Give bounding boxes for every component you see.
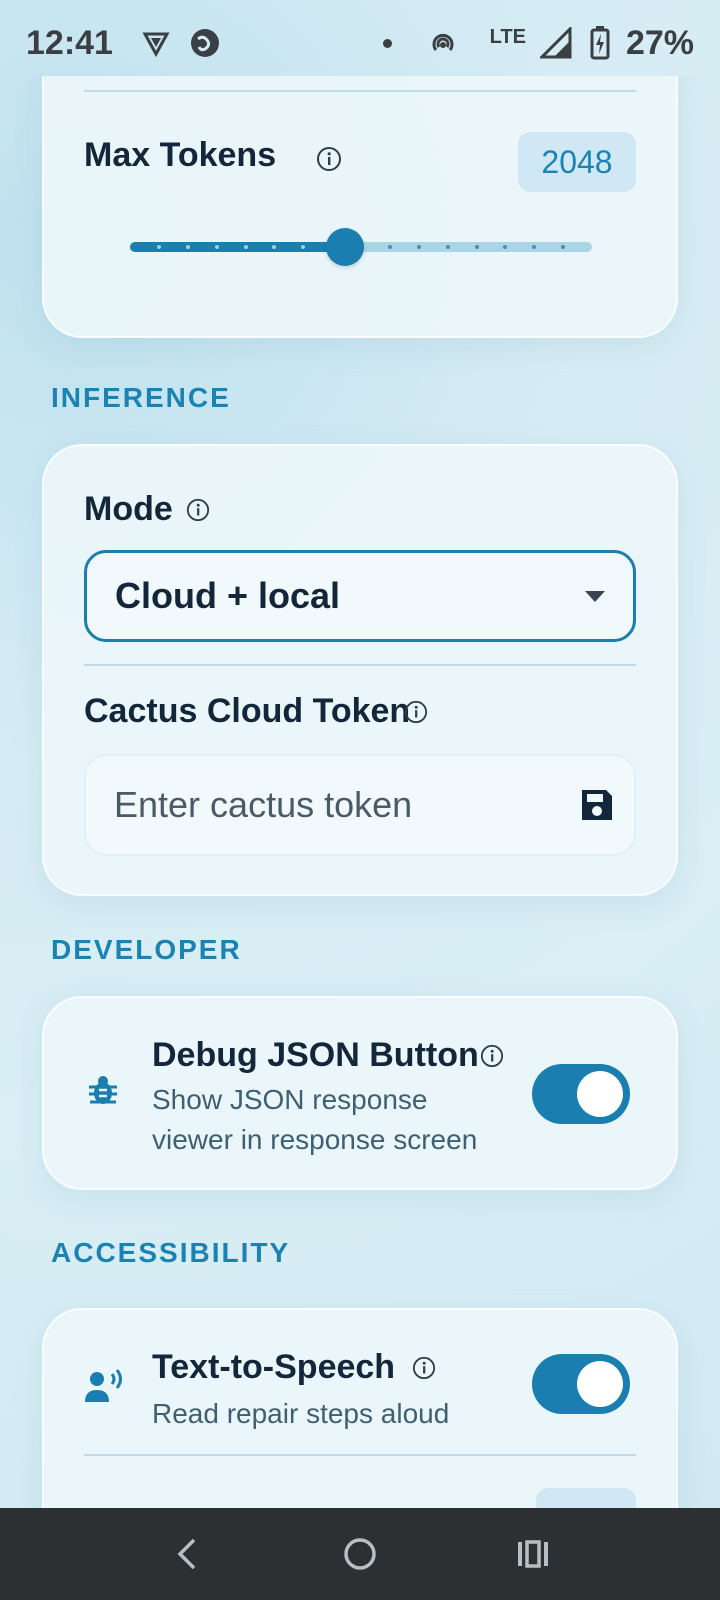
circle-home-icon[interactable] bbox=[330, 1524, 390, 1584]
divider bbox=[84, 664, 636, 666]
info-icon[interactable] bbox=[186, 498, 210, 527]
slider-tick bbox=[156, 245, 161, 249]
info-icon[interactable] bbox=[480, 1044, 504, 1073]
mode-dropdown[interactable]: Cloud + local bbox=[84, 550, 636, 642]
slider-tick bbox=[243, 245, 248, 249]
slider-fill bbox=[130, 242, 345, 252]
slider-tick bbox=[185, 245, 190, 249]
battery-percent: 27% bbox=[625, 23, 694, 62]
generation-settings-card: Max Tokens 2048 bbox=[42, 76, 678, 338]
accessibility-card: Text-to-Speech Read repair steps aloud bbox=[42, 1308, 678, 1508]
tts-toggle[interactable] bbox=[532, 1354, 630, 1414]
cactus-token-label: Cactus Cloud Token bbox=[84, 692, 411, 730]
status-time: 12:41 bbox=[26, 23, 113, 62]
info-icon[interactable] bbox=[316, 146, 342, 177]
inference-card: Mode Cloud + local Cactus Cloud Token bbox=[42, 444, 678, 896]
toggle-knob bbox=[577, 1071, 623, 1117]
mode-label: Mode bbox=[84, 490, 173, 528]
slider-tick bbox=[561, 245, 566, 249]
slider-tick bbox=[445, 245, 450, 249]
floppy-disk-icon[interactable] bbox=[579, 775, 615, 835]
info-icon[interactable] bbox=[412, 1356, 436, 1385]
vpn-shield-icon bbox=[141, 28, 171, 58]
browser-globe-icon bbox=[189, 27, 221, 59]
debug-json-subtitle: Show JSON response viewer in response sc… bbox=[152, 1080, 477, 1160]
network-type: LTE bbox=[489, 26, 526, 48]
slider-tick bbox=[416, 245, 421, 249]
bug-icon bbox=[86, 1074, 120, 1113]
info-icon[interactable] bbox=[404, 700, 428, 729]
slider-tick bbox=[387, 245, 392, 249]
section-header-developer: DEVELOPER bbox=[51, 934, 242, 965]
debug-json-title: Debug JSON Button bbox=[152, 1036, 479, 1074]
max-tokens-slider[interactable] bbox=[130, 228, 592, 266]
recents-icon[interactable] bbox=[503, 1524, 563, 1584]
chevron-left-icon[interactable] bbox=[157, 1524, 217, 1584]
toggle-knob bbox=[577, 1361, 623, 1407]
section-header-inference: INFERENCE bbox=[51, 382, 231, 413]
hotspot-icon bbox=[428, 28, 458, 58]
system-nav-bar bbox=[0, 1508, 720, 1600]
developer-card: Debug JSON Button Show JSON response vie… bbox=[42, 996, 678, 1190]
signal-icon bbox=[539, 27, 572, 59]
battery-charging-icon bbox=[590, 26, 610, 60]
settings-scroll-area[interactable]: Max Tokens 2048 INFERENCE Mode Cloud + l… bbox=[0, 76, 720, 1508]
slider-tick bbox=[503, 245, 508, 249]
debug-subtitle-line1: Show JSON response bbox=[152, 1084, 428, 1115]
section-header-accessibility: ACCESSIBILITY bbox=[51, 1237, 291, 1268]
max-tokens-label: Max Tokens bbox=[84, 136, 277, 174]
speaking-person-icon bbox=[84, 1368, 126, 1409]
debug-json-toggle[interactable] bbox=[532, 1064, 630, 1124]
caret-down-icon bbox=[585, 590, 605, 602]
tts-title: Text-to-Speech bbox=[152, 1348, 396, 1386]
tts-subtitle: Read repair steps aloud bbox=[152, 1398, 450, 1429]
debug-subtitle-line2: viewer in response screen bbox=[152, 1124, 478, 1155]
divider bbox=[84, 90, 636, 92]
slider-tick bbox=[474, 245, 479, 249]
mode-selected-value: Cloud + local bbox=[115, 575, 341, 616]
cactus-token-field[interactable] bbox=[84, 754, 636, 856]
cactus-token-input[interactable] bbox=[114, 784, 579, 826]
divider bbox=[84, 1454, 636, 1456]
slider-tick bbox=[532, 245, 537, 249]
slider-thumb[interactable] bbox=[325, 228, 364, 266]
status-bar: 12:41 LTE 27% bbox=[0, 0, 720, 86]
next-setting-badge bbox=[536, 1488, 636, 1508]
notification-dot bbox=[382, 38, 392, 48]
slider-tick bbox=[214, 245, 219, 249]
max-tokens-value: 2048 bbox=[518, 132, 636, 192]
